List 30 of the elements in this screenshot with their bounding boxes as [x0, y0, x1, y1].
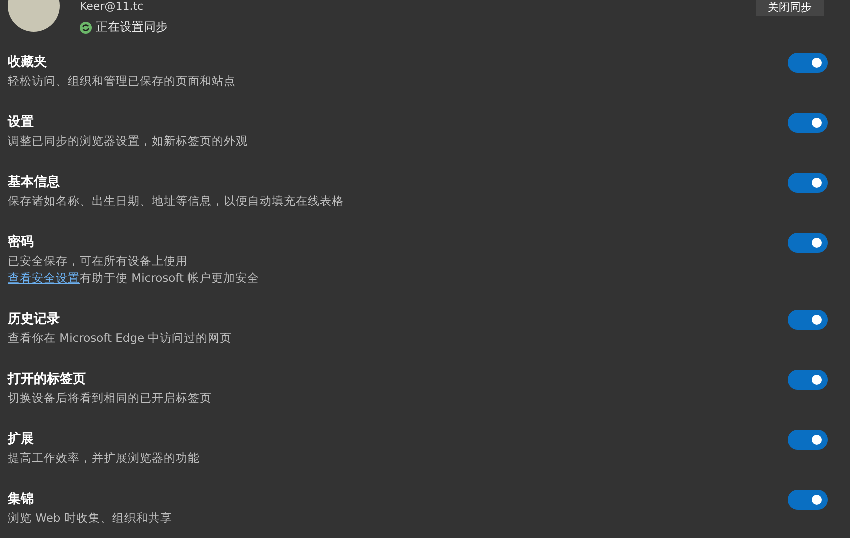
setting-description: 保存诸如名称、出生日期、地址等信息，以便自动填充在线表格 [8, 193, 345, 210]
setting-description: 轻松访问、组织和管理已保存的页面和站点 [8, 73, 237, 90]
setting-title: 扩展 [8, 430, 35, 449]
setting-title: 设置 [8, 114, 35, 132]
sync-toggle[interactable] [788, 490, 828, 510]
turn-off-sync-button[interactable]: 关闭同步 [756, 0, 824, 16]
sync-toggle[interactable] [788, 113, 828, 133]
setting-description: 提高工作效率，并扩展浏览器的功能 [8, 450, 201, 467]
sync-toggle[interactable] [788, 53, 828, 73]
sync-icon [80, 22, 92, 34]
setting-description: 调整已同步的浏览器设置，如新标签页的外观 [8, 133, 249, 150]
sync-toggle[interactable] [788, 173, 828, 193]
setting-title: 密码 [8, 234, 35, 252]
setting-description: 查看你在 Microsoft Edge 中访问过的网页 [8, 330, 234, 347]
setting-title: 收藏夹 [8, 54, 48, 72]
security-settings-link[interactable]: 查看安全设置 [8, 271, 80, 285]
setting-description: 切换设备后将看到相同的已开启标签页 [8, 390, 213, 407]
sync-toggle[interactable] [788, 370, 828, 390]
sync-toggle[interactable] [788, 430, 828, 450]
setting-title: 基本信息 [8, 174, 61, 192]
setting-title: 集锦 [8, 491, 35, 509]
setting-title: 历史记录 [8, 311, 61, 329]
sync-toggle[interactable] [788, 310, 828, 330]
setting-description: 浏览 Web 时收集、组织和共享 [8, 510, 174, 527]
setting-description: 已安全保存，可在所有设备上使用 [8, 253, 189, 270]
sync-toggle[interactable] [788, 233, 828, 253]
account-email: Keer@11.tc [80, 0, 145, 13]
link-note: 有助于使 Microsoft 帐户更加安全 [80, 271, 260, 285]
setting-title: 打开的标签页 [8, 371, 87, 389]
sync-status: 正在设置同步 [96, 19, 168, 36]
